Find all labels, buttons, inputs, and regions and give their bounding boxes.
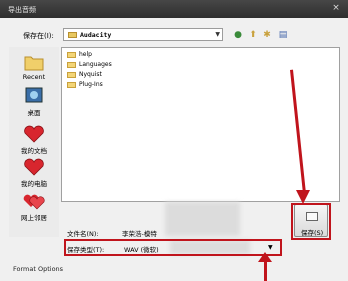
new-folder-icon[interactable]: ✱ bbox=[262, 30, 272, 40]
obscured-region bbox=[165, 202, 240, 236]
place-label: 网上邻居 bbox=[21, 214, 47, 222]
recent-folder-icon bbox=[23, 53, 45, 71]
place-label: Recent bbox=[22, 73, 46, 81]
arrow-head-save-icon bbox=[296, 190, 310, 204]
back-icon[interactable]: ● bbox=[233, 30, 243, 40]
desktop-icon bbox=[23, 87, 45, 105]
folder-icon bbox=[68, 32, 77, 38]
chevron-down-icon: ▼ bbox=[215, 31, 220, 38]
save-highlight-box bbox=[291, 203, 331, 240]
view-menu-icon[interactable]: ▤ bbox=[276, 30, 290, 40]
place-network[interactable]: 网上邻居 bbox=[9, 192, 59, 222]
place-recent[interactable]: Recent bbox=[9, 53, 59, 81]
file-name: Plug-Ins bbox=[79, 81, 103, 88]
folder-icon bbox=[67, 82, 76, 88]
place-computer[interactable]: 我的电脑 bbox=[9, 158, 59, 188]
up-folder-icon[interactable]: ⬆ bbox=[248, 30, 258, 40]
place-label: 我的电脑 bbox=[21, 180, 47, 188]
documents-heart-icon bbox=[23, 125, 45, 143]
file-name: Languages bbox=[79, 61, 112, 68]
file-name: help bbox=[79, 51, 92, 58]
folder-icon bbox=[67, 52, 76, 58]
title-bar: 导出音频 × bbox=[0, 0, 348, 18]
place-label: 我的文档 bbox=[21, 147, 47, 155]
format-options-label: Format Options bbox=[13, 265, 64, 273]
lookin-label: 保存在(I): bbox=[23, 32, 54, 40]
lookin-row: 保存在(I): Audacity ▼ bbox=[0, 27, 348, 43]
export-audio-dialog: 导出音频 × 保存在(I): Audacity ▼ ● ⬆ ✱ ▤ Recent… bbox=[0, 0, 348, 281]
file-name: Nyquist bbox=[79, 71, 102, 78]
arrow-head-filetype-icon bbox=[258, 252, 272, 262]
folder-icon bbox=[67, 72, 76, 78]
place-label: 桌面 bbox=[27, 109, 41, 117]
window-title: 导出音频 bbox=[8, 6, 36, 14]
places-bar: Recent 桌面 我的文档 我的电脑 网上邻居 bbox=[9, 47, 59, 237]
filename-value: 李荣浩-模特 bbox=[122, 230, 157, 238]
lookin-combo[interactable]: Audacity ▼ bbox=[63, 28, 223, 41]
lookin-value: Audacity bbox=[80, 31, 112, 39]
filename-label: 文件名(N): bbox=[67, 230, 99, 238]
filetype-highlight-box bbox=[64, 239, 282, 256]
computer-heart-icon bbox=[23, 158, 45, 176]
place-documents[interactable]: 我的文档 bbox=[9, 125, 59, 155]
close-button[interactable]: × bbox=[330, 3, 342, 14]
network-heart-icon bbox=[23, 192, 45, 210]
folder-icon bbox=[67, 62, 76, 68]
place-desktop[interactable]: 桌面 bbox=[9, 87, 59, 117]
